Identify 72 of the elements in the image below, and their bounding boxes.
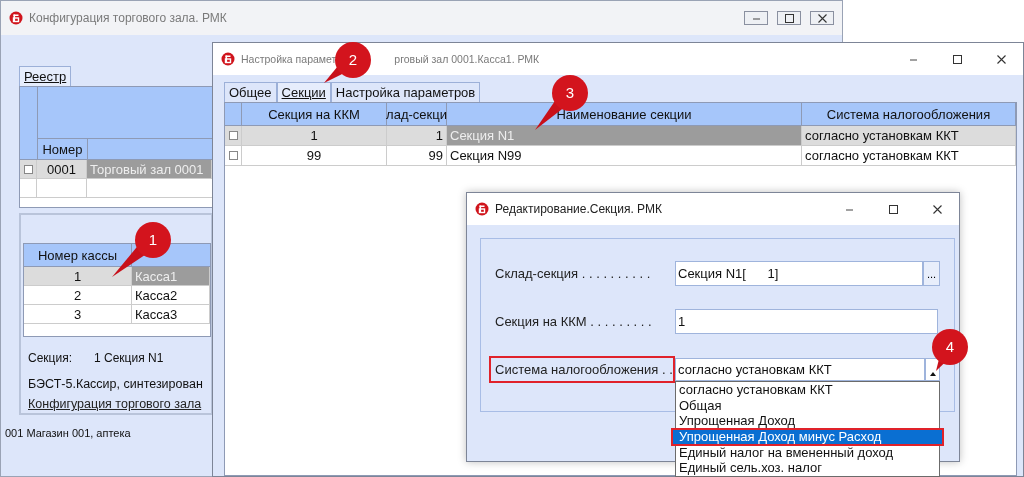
- callout-number: 1: [147, 229, 159, 250]
- column-header[interactable]: Номер кассы: [24, 244, 132, 266]
- table-cell: Секция N1: [447, 126, 802, 145]
- maximize-button[interactable]: [777, 11, 801, 25]
- field-label: Секция:: [28, 351, 72, 365]
- tab[interactable]: Реестр: [19, 66, 72, 86]
- column-header[interactable]: лад-секци: [387, 103, 447, 125]
- table-cell: 99: [387, 146, 447, 165]
- window-title: рговый зал 0001.Касса1. РМК: [394, 53, 540, 65]
- window-title: Конфигурация торгового зала. РМК: [29, 11, 227, 25]
- table-cell: Торговый зал 0001: [87, 160, 212, 178]
- dropdown-option[interactable]: Общая: [676, 397, 939, 414]
- table-cell: 1: [242, 126, 387, 145]
- description-text: БЭСТ-5.Кассир, синтезирован: [28, 377, 204, 391]
- window-title: Редактирование.Секция. РМК: [495, 202, 662, 216]
- maximize-icon: [783, 12, 795, 24]
- dropdown-option[interactable]: Упрощенная Доход: [676, 413, 939, 430]
- app-logo-icon: [475, 202, 489, 216]
- dropdown-option[interactable]: согласно установкам ККТ: [676, 382, 939, 398]
- dropdown-arrow-icon: [929, 371, 936, 376]
- close-icon: [995, 53, 1007, 65]
- checkbox[interactable]: [228, 151, 238, 160]
- table-cell: Секция N99: [447, 146, 802, 165]
- table-row[interactable]: 3 Касса3: [24, 305, 210, 324]
- callout-number: 3: [564, 82, 576, 103]
- dropdown-option[interactable]: Единый сель.хоз. налог: [676, 460, 939, 477]
- column-header[interactable]: Номер: [38, 139, 88, 159]
- table-row[interactable]: 99 99 Секция N99 согласно установкам ККТ: [225, 146, 1016, 166]
- tab[interactable]: Настройка параметров: [330, 82, 481, 102]
- table-cell: 99: [242, 146, 387, 165]
- field-label: Система налогообложения . .: [489, 356, 675, 383]
- maximize-icon: [951, 53, 963, 65]
- table-row[interactable]: 2 Касса2: [24, 286, 210, 305]
- table-cell: Касса3: [132, 305, 210, 323]
- checkbox[interactable]: [23, 164, 33, 174]
- field-label: Склад-секция . . . . . . . . . .: [494, 265, 652, 283]
- table-row[interactable]: 0001 Торговый зал 0001: [20, 160, 212, 179]
- table-cell: согласно установкам ККТ: [802, 146, 1016, 165]
- input-field[interactable]: Секция N1[ 1]: [675, 261, 923, 286]
- config-link[interactable]: Конфигурация торгового зала: [28, 397, 202, 411]
- dropdown-option[interactable]: Упрощенная Доход минус Расход: [672, 429, 943, 445]
- checkbox[interactable]: [228, 131, 238, 140]
- field-value: 1 Секция N1: [94, 351, 164, 365]
- table-cell: Касса1: [132, 267, 210, 285]
- app-logo-icon: [221, 52, 235, 66]
- callout-number: 2: [347, 49, 359, 70]
- table-cell: 2: [24, 286, 132, 304]
- table-row[interactable]: 1 Касса1: [24, 267, 210, 286]
- table-cell: Касса2: [132, 286, 210, 304]
- dropdown-option[interactable]: Единый налог на вмененный доход: [676, 444, 939, 461]
- table-cell: согласно установкам ККТ: [802, 126, 1016, 145]
- column-header[interactable]: Секция на ККМ: [242, 103, 387, 125]
- tab[interactable]: Секции: [276, 82, 331, 102]
- callout-pointer: [931, 328, 969, 372]
- close-icon: [816, 12, 828, 24]
- close-button[interactable]: [810, 11, 834, 25]
- tab[interactable]: Общее: [224, 82, 277, 102]
- input-field[interactable]: 1: [675, 309, 938, 334]
- app-logo-icon: [9, 11, 23, 25]
- lookup-button[interactable]: ...: [923, 261, 940, 286]
- status-text: 001 Магазин 001, аптека: [5, 427, 131, 439]
- maximize-icon: [887, 203, 899, 215]
- dropdown-button[interactable]: [925, 358, 940, 381]
- minimize-button[interactable]: [744, 11, 768, 25]
- dropdown-field[interactable]: согласно установкам ККТ: [675, 358, 925, 381]
- table-row[interactable]: 1 1 Секция N1 согласно установкам ККТ: [225, 126, 1016, 146]
- callout-number: 4: [944, 336, 956, 357]
- field-label: Секция на ККМ . . . . . . . . .: [494, 313, 653, 331]
- column-header[interactable]: Система налогообложения: [802, 103, 1016, 125]
- column-header[interactable]: Наименование секции: [447, 103, 802, 125]
- table-cell: 3: [24, 305, 132, 323]
- close-icon: [931, 203, 943, 215]
